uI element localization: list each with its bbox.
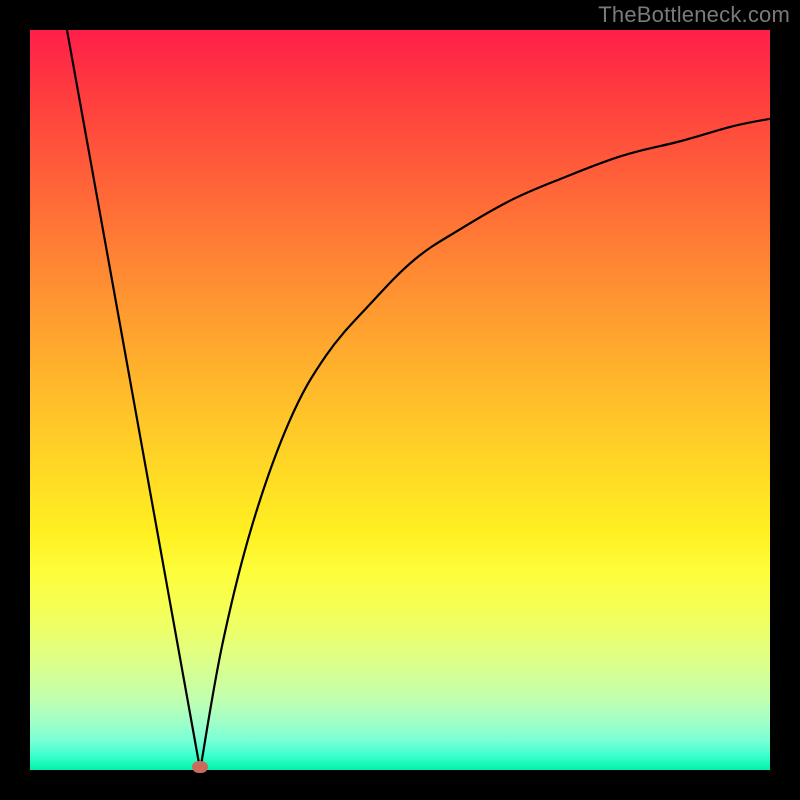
watermark-text: TheBottleneck.com bbox=[598, 2, 790, 28]
chart-frame: TheBottleneck.com bbox=[0, 0, 800, 800]
bottleneck-curve-path bbox=[67, 30, 770, 770]
chart-curve bbox=[30, 30, 770, 770]
minimum-marker bbox=[192, 761, 208, 773]
